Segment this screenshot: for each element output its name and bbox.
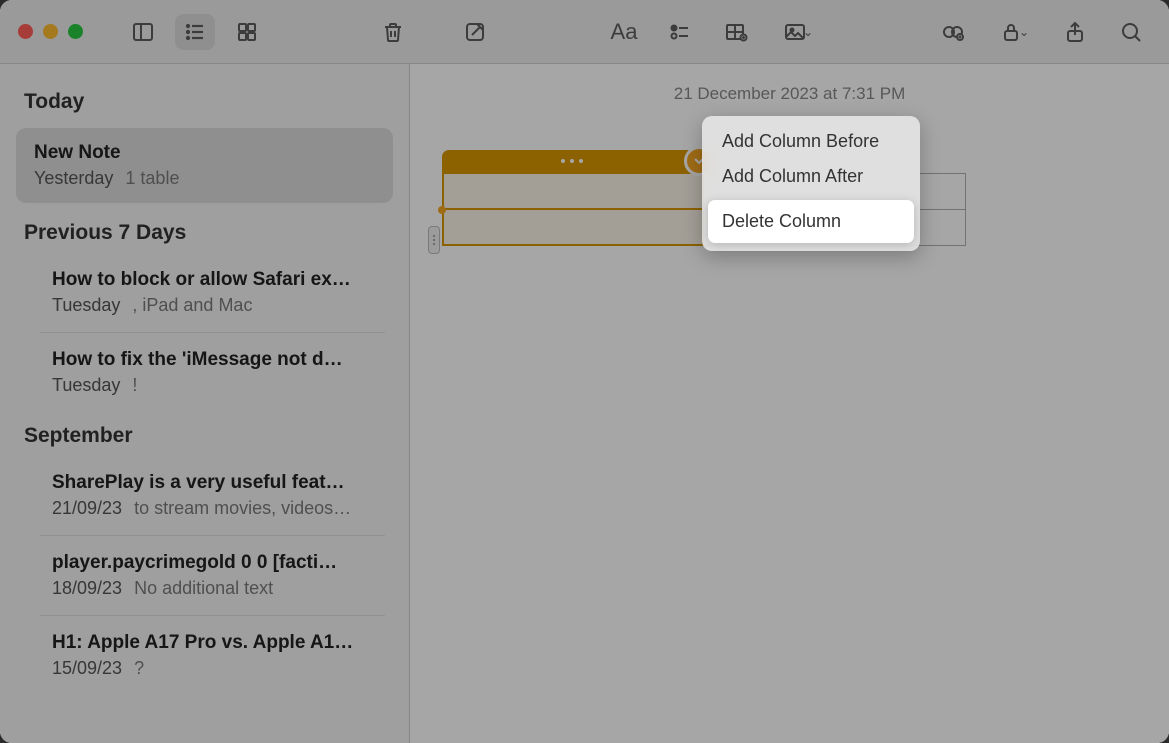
- link-icon: [941, 20, 965, 44]
- close-window-button[interactable]: [18, 24, 33, 39]
- note-row[interactable]: H1: Apple A17 Pro vs. Apple A1… 15/09/23…: [40, 616, 385, 695]
- link-button[interactable]: [933, 14, 973, 50]
- lock-button[interactable]: ⌄: [989, 14, 1039, 50]
- minimize-window-button[interactable]: [43, 24, 58, 39]
- table-cell[interactable]: [443, 173, 703, 209]
- delete-note-button[interactable]: [373, 14, 413, 50]
- maximize-window-button[interactable]: [68, 24, 83, 39]
- list-icon: [183, 20, 207, 44]
- table-button[interactable]: [716, 14, 756, 50]
- share-icon: [1063, 20, 1087, 44]
- main-content: Today New Note Yesterday 1 table Previou…: [0, 64, 1169, 743]
- note-card-selected[interactable]: New Note Yesterday 1 table: [16, 128, 393, 203]
- menu-item-delete-column[interactable]: Delete Column: [708, 200, 914, 243]
- note-title: New Note: [34, 142, 375, 164]
- chevron-down-icon: ⌄: [1019, 25, 1029, 39]
- chevron-down-icon: ⌄: [803, 25, 813, 39]
- search-icon: [1119, 20, 1143, 44]
- sidebar-toggle-button[interactable]: [123, 14, 163, 50]
- compose-icon: [463, 20, 487, 44]
- menu-item-add-column-before[interactable]: Add Column Before: [702, 124, 920, 159]
- row-handle[interactable]: [428, 226, 440, 254]
- note-row[interactable]: How to fix the 'iMessage not d… Tuesday!: [40, 333, 385, 412]
- checklist-button[interactable]: [660, 14, 700, 50]
- grid-view-button[interactable]: [227, 14, 267, 50]
- notes-sidebar[interactable]: Today New Note Yesterday 1 table Previou…: [0, 64, 410, 743]
- section-header-previous: Previous 7 Days: [0, 209, 409, 253]
- section-header-september: September: [0, 412, 409, 456]
- note-row[interactable]: player.paycrimegold 0 0 [facti… 18/09/23…: [40, 536, 385, 616]
- sidebar-icon: [131, 20, 155, 44]
- search-button[interactable]: [1111, 14, 1151, 50]
- toolbar: Aa ⌄ ⌄: [0, 0, 1169, 64]
- section-header-today: Today: [0, 78, 409, 122]
- new-note-button[interactable]: [455, 14, 495, 50]
- note-timestamp: 21 December 2023 at 7:31 PM: [410, 84, 1169, 104]
- table-cell[interactable]: [443, 209, 703, 245]
- row-resize-dot[interactable]: [438, 206, 446, 214]
- checklist-icon: [668, 20, 692, 44]
- list-view-button[interactable]: [175, 14, 215, 50]
- note-meta: Yesterday 1 table: [34, 168, 375, 189]
- format-button[interactable]: Aa: [604, 14, 644, 50]
- menu-item-add-column-after[interactable]: Add Column After: [702, 159, 920, 194]
- note-row[interactable]: SharePlay is a very useful feat… 21/09/2…: [40, 456, 385, 536]
- column-selection-handle[interactable]: [442, 150, 702, 172]
- note-row[interactable]: How to block or allow Safari ex… Tuesday…: [40, 253, 385, 333]
- media-button[interactable]: ⌄: [772, 14, 824, 50]
- column-context-menu: Add Column Before Add Column After Delet…: [702, 116, 920, 251]
- share-button[interactable]: [1055, 14, 1095, 50]
- notes-app-window: Aa ⌄ ⌄: [0, 0, 1169, 743]
- table-icon: [724, 20, 748, 44]
- trash-icon: [381, 20, 405, 44]
- grid-icon: [235, 20, 259, 44]
- window-controls: [18, 24, 83, 39]
